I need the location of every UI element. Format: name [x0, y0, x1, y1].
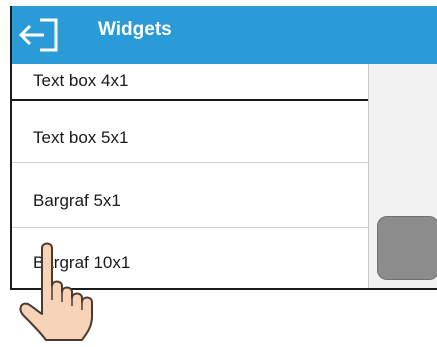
header-bar: Widgets [12, 6, 437, 64]
page-title: Widgets [98, 19, 172, 40]
list-item-label: Text box 5x1 [33, 128, 129, 147]
back-arrow-icon [18, 18, 58, 52]
scrollbar-thumb[interactable] [377, 216, 437, 280]
list-item-label: Bargraf 5x1 [33, 191, 121, 210]
tapping-hand-icon [19, 242, 93, 341]
list-item-bargraf-5x1[interactable]: Bargraf 5x1 [12, 163, 368, 228]
list-item-text-box-5x1[interactable]: Text box 5x1 [12, 101, 368, 163]
back-button[interactable] [18, 16, 64, 54]
scrollbar-track[interactable] [368, 64, 437, 288]
list-item-text-box-4x1[interactable]: Text box 4x1 [12, 64, 368, 101]
list-item-label: Text box 4x1 [33, 71, 129, 90]
